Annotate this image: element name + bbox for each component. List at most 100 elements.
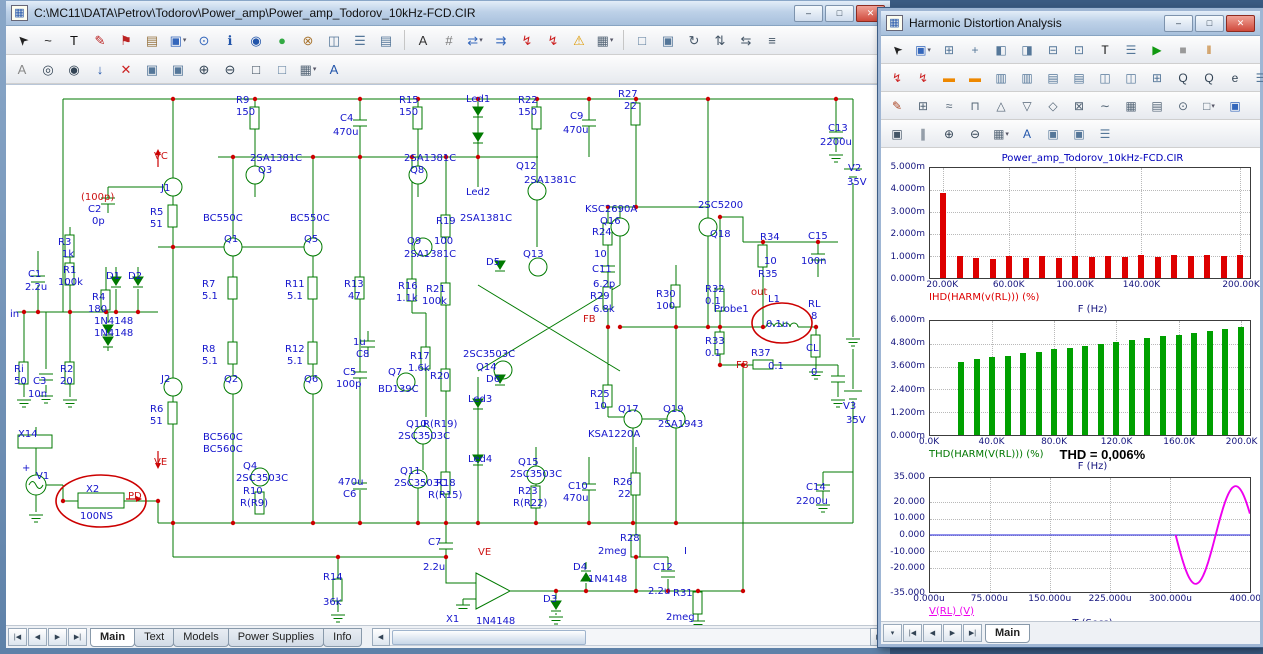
flag-icon[interactable]: ⚑ <box>113 28 139 52</box>
nav-button-1[interactable]: ◀ <box>28 628 47 646</box>
font-icon[interactable]: A <box>321 57 347 81</box>
step-icon[interactable]: ⊓ <box>962 94 988 118</box>
copy-b-icon[interactable]: ▣ <box>165 57 191 81</box>
maximize-button[interactable]: □ <box>825 4 854 22</box>
grid-select-icon[interactable]: ▦ ▾ <box>295 57 321 81</box>
zoom-in-icon[interactable]: ⊕ <box>191 57 217 81</box>
list2-icon[interactable]: ☰ <box>1092 122 1118 146</box>
add-window-icon[interactable]: ⊞ <box>1144 66 1170 90</box>
bolt-icon[interactable]: ↯ <box>514 28 540 52</box>
cursor-mode-icon[interactable]: + <box>962 38 988 62</box>
minimize-button[interactable]: – <box>794 4 823 22</box>
split-window-icon[interactable]: ◫ <box>321 28 347 52</box>
nav-button-2[interactable]: ▶ <box>48 628 67 646</box>
exp-icon[interactable]: e <box>1222 66 1248 90</box>
scroll-left-button[interactable]: ◀ <box>371 628 390 646</box>
scroll-track[interactable] <box>389 628 870 646</box>
grid-icon[interactable]: ▦ ▾ <box>592 28 618 52</box>
flip-vertical-icon[interactable]: ⇅ <box>707 28 733 52</box>
diamond-marker-icon[interactable]: ◇ <box>1040 94 1066 118</box>
bars-c-icon[interactable]: ▤ <box>1040 66 1066 90</box>
thd-plot[interactable] <box>929 320 1251 436</box>
font-mode-icon[interactable]: A <box>9 57 35 81</box>
tab-main[interactable]: Main <box>90 627 136 647</box>
select-icon[interactable]: ➤ <box>9 28 35 52</box>
scale-mode-icon[interactable]: ⊞ <box>936 38 962 62</box>
analysis-titlebar[interactable]: ▦ Harmonic Distortion Analysis – □ ✕ <box>881 11 1260 36</box>
properties-icon[interactable]: ≡ <box>759 28 785 52</box>
compass-icon[interactable]: ⊙ <box>191 28 217 52</box>
graphics-icon[interactable]: ✎ <box>87 28 113 52</box>
page-icon[interactable]: □ <box>269 57 295 81</box>
flow-arrows-icon[interactable]: ⇉ <box>488 28 514 52</box>
grid2-icon[interactable]: ▦ <box>1118 94 1144 118</box>
nav-button-2[interactable]: ▶ <box>943 624 962 642</box>
h-scrollbar[interactable]: ◀ ▶ <box>371 628 888 646</box>
nav-button-3[interactable]: ▶| <box>68 628 87 646</box>
waveform-plot[interactable] <box>929 477 1251 593</box>
autoscale-icon[interactable]: ▬ <box>962 66 988 90</box>
smooth-icon[interactable]: ≈ <box>936 94 962 118</box>
goto-icon[interactable]: ↓ <box>87 57 113 81</box>
info-icon[interactable]: ℹ <box>217 28 243 52</box>
cursor-pair-icon[interactable]: ∥ <box>910 122 936 146</box>
copy-icon[interactable]: ▣ ▾ <box>910 38 936 62</box>
open-sheet-icon[interactable]: ▣ <box>655 28 681 52</box>
warning-icon[interactable]: ⚠ <box>566 28 592 52</box>
save-icon[interactable]: ▣ <box>884 122 910 146</box>
tab-text[interactable]: Text <box>134 627 175 647</box>
copy1-icon[interactable]: ▣ <box>1040 122 1066 146</box>
red-wave2-icon[interactable]: ↯ <box>910 66 936 90</box>
zoom-area-icon[interactable]: □ <box>243 57 269 81</box>
new-sheet-icon[interactable]: □ <box>629 28 655 52</box>
point-tag-icon[interactable]: ◧ <box>988 38 1014 62</box>
probe-icon[interactable]: ⊙ <box>1170 94 1196 118</box>
pair-tag-icon[interactable]: ◨ <box>1014 38 1040 62</box>
pages-icon[interactable]: □ ▾ <box>1196 94 1222 118</box>
node-numbers-icon[interactable]: # <box>436 28 462 52</box>
add-grid-icon[interactable]: ⊞ <box>910 94 936 118</box>
swap-arrows-icon[interactable]: ⇄ ▾ <box>462 28 488 52</box>
copy-a-icon[interactable]: ▣ <box>139 57 165 81</box>
main-titlebar[interactable]: ▦ C:\MC11\DATA\Petrov\Todorov\Power_amp\… <box>6 1 890 26</box>
select-icon[interactable]: ➤ <box>884 38 910 62</box>
list-icon[interactable]: ☰ <box>1248 66 1263 90</box>
text-mode-icon[interactable]: T <box>61 28 87 52</box>
bars-d-icon[interactable]: ▤ <box>1066 66 1092 90</box>
limits-icon[interactable]: ▬ <box>936 66 962 90</box>
sheet-info-icon[interactable]: ▤ <box>373 28 399 52</box>
browse-icon[interactable]: ◉ <box>243 28 269 52</box>
panes2-icon[interactable]: ◫ <box>1118 66 1144 90</box>
repeat-find-icon[interactable]: ◉ <box>61 57 87 81</box>
pane-dropdown-button[interactable]: ▾ <box>883 624 902 642</box>
link-icon[interactable]: ⊗ <box>295 28 321 52</box>
analysis-minimize-button[interactable]: – <box>1164 14 1193 32</box>
red-wave-icon[interactable]: ↯ <box>884 66 910 90</box>
close-file-icon[interactable]: ✕ <box>113 57 139 81</box>
ihd-plot[interactable] <box>929 167 1251 279</box>
find-icon[interactable]: ◎ <box>35 57 61 81</box>
tab-info[interactable]: Info <box>323 627 362 647</box>
analysis-close-button[interactable]: ✕ <box>1226 14 1255 32</box>
web-icon[interactable]: ● <box>269 28 295 52</box>
stop-icon[interactable]: ■ <box>1170 38 1196 62</box>
run-icon[interactable]: ▶ <box>1144 38 1170 62</box>
attributes-icon[interactable]: A <box>410 28 436 52</box>
bars-a-icon[interactable]: ▥ <box>988 66 1014 90</box>
panes-icon[interactable]: ◫ <box>1092 66 1118 90</box>
flip-horizontal-icon[interactable]: ⇆ <box>733 28 759 52</box>
pause-icon[interactable]: ‖ <box>1196 38 1222 62</box>
bars-b-icon[interactable]: ▥ <box>1014 66 1040 90</box>
text-mode-icon[interactable]: T <box>1092 38 1118 62</box>
q-right-icon[interactable]: Q <box>1196 66 1222 90</box>
vertical-tag-icon[interactable]: ⊡ <box>1066 38 1092 62</box>
bolt2-icon[interactable]: ↯ <box>540 28 566 52</box>
copy-page-icon[interactable]: ▣ ▾ <box>165 28 191 52</box>
zoom-in-icon[interactable]: ⊕ <box>936 122 962 146</box>
tab-power-supplies[interactable]: Power Supplies <box>227 627 325 647</box>
zoom-out-icon[interactable]: ⊖ <box>217 57 243 81</box>
wire-icon[interactable]: ~ <box>35 28 61 52</box>
table-icon[interactable]: ▤ <box>1144 94 1170 118</box>
grid-select-icon[interactable]: ▦ ▾ <box>988 122 1014 146</box>
tab-main[interactable]: Main <box>985 623 1031 643</box>
